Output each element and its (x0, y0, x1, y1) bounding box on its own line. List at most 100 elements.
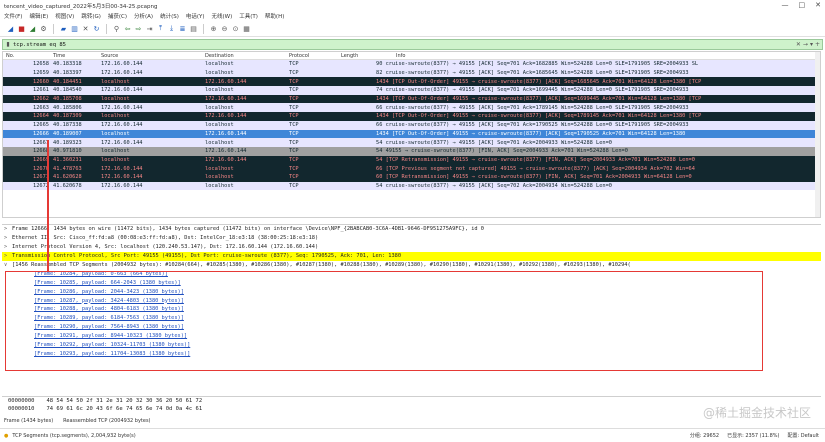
detail-tree-item[interactable]: > Transmission Control Protocol, Src Port… (2, 251, 821, 261)
minimize-button[interactable]: — (782, 1, 789, 9)
expand-arrow-icon[interactable]: > (4, 235, 12, 241)
tab-frame[interactable]: Frame (1434 bytes) (4, 418, 53, 424)
reassembled-frame-link[interactable]: [Frame: 10284, payload: 0-663 (664 bytes… (2, 269, 821, 278)
first-packet-icon[interactable]: ⤒ (156, 24, 165, 33)
packet-no: 12668 (33, 148, 49, 155)
bytes-hex: 74 69 61 6c 20 43 6f 6e 74 65 6e 74 0d 0… (46, 406, 203, 412)
packet-row[interactable]: 12667 40.189323 172.16.60.144 localhost TCP 5… (3, 138, 820, 147)
zoom-out-icon[interactable]: ⊖ (220, 24, 229, 33)
colorize-icon[interactable]: ▤ (189, 24, 198, 33)
packet-source: 172.16.60.144 (101, 104, 143, 111)
open-file-icon[interactable]: ▰ (59, 24, 68, 33)
column-no[interactable]: No. (3, 53, 51, 59)
reload-icon[interactable]: ↻ (92, 24, 101, 33)
status-profile[interactable]: 配置: Default (787, 432, 819, 439)
packet-row[interactable]: 12664 40.187309 localhost 172.16.60.144 TCP 1… (3, 112, 820, 121)
tab-reassembled-tcp[interactable]: Reassembled TCP (2004932 bytes) (63, 418, 150, 424)
save-file-icon[interactable]: ▥ (70, 24, 79, 33)
packet-row[interactable]: 12660 40.184451 localhost 172.16.60.144 TCP 1… (3, 77, 820, 87)
column-length[interactable]: Length (339, 53, 372, 59)
bookmark-icon[interactable]: ▮ (3, 41, 13, 48)
packet-no: 12666 (33, 130, 49, 137)
packet-row[interactable]: 12669 41.360231 localhost 172.16.60.144 TCP 5… (3, 155, 820, 165)
autoscroll-icon[interactable]: ≣ (178, 24, 187, 33)
menu-view[interactable]: 视图(V) (55, 12, 74, 20)
reassembled-frame-link[interactable]: [Frame: 10288, payload: 4804-6183 (1380 … (2, 305, 821, 314)
expand-arrow-icon[interactable]: > (4, 253, 12, 259)
packet-row[interactable]: 12662 40.185708 localhost 172.16.60.144 TCP 1… (3, 94, 820, 104)
menu-go[interactable]: 跳转(G) (81, 12, 101, 20)
status-expert-icon[interactable]: ● (4, 433, 8, 439)
normal-size-icon[interactable]: ⊙ (231, 24, 240, 33)
packet-row[interactable]: 12670 41.478763 172.16.60.144 localhost TCP 6… (3, 164, 820, 173)
go-back-icon[interactable]: ⇦ (123, 24, 132, 33)
packet-list-scrollbar[interactable] (815, 52, 820, 217)
menu-edit[interactable]: 编辑(E) (29, 12, 48, 20)
reassembled-frame-link[interactable]: [Frame: 10291, payload: 8944-10323 (1380… (2, 332, 821, 341)
menu-help[interactable]: 帮助(H) (265, 12, 284, 20)
column-protocol[interactable]: Protocol (287, 53, 339, 59)
packet-source: localhost (101, 113, 130, 120)
go-to-packet-icon[interactable]: ⇥ (145, 24, 154, 33)
packet-row[interactable]: 12672 41.620678 172.16.60.144 localhost TCP 5… (3, 181, 820, 191)
packet-info: 54 cruise-swroute(8377) → 49155 [ACK] Se… (376, 182, 612, 189)
close-file-icon[interactable]: ✕ (81, 24, 90, 33)
reassembled-frame-link[interactable]: [Frame: 10292, payload: 10324-11703 (138… (2, 341, 821, 350)
detail-tree-item[interactable]: > Ethernet II, Src: Cisco_ff:fd:a8 (00:08… (2, 234, 821, 243)
packet-row[interactable]: 12671 41.620628 172.16.60.144 localhost TCP 6… (3, 172, 820, 182)
menu-analyze[interactable]: 分析(A) (134, 12, 153, 20)
expand-arrow-icon[interactable]: > (4, 226, 12, 232)
collapse-arrow-icon[interactable]: ∨ (4, 262, 12, 268)
filter-history-icon[interactable]: ▾ (810, 41, 813, 48)
detail-tree-item[interactable]: > Frame 12666: 1434 bytes on wire (11472 … (2, 225, 821, 234)
resize-columns-icon[interactable]: ▦ (242, 24, 251, 33)
maximize-button[interactable]: □ (799, 1, 806, 9)
column-time[interactable]: Time (51, 53, 99, 59)
packet-row[interactable]: 12668 40.971810 localhost 172.16.60.144 TCP 5… (3, 146, 820, 156)
reassembled-frame-link[interactable]: [Frame: 10293, payload: 11704-13083 (138… (2, 349, 821, 358)
restart-capture-icon[interactable]: ◢ (28, 24, 37, 33)
packet-row[interactable]: 12659 40.183397 172.16.60.144 localhost TCP 8… (3, 68, 820, 78)
detail-text: [Frame: 10293, payload: 11704-13083 (138… (34, 350, 191, 357)
reassembled-frame-link[interactable]: [Frame: 10287, payload: 3424-4803 (1380 … (2, 296, 821, 305)
menu-capture[interactable]: 捕获(C) (108, 12, 127, 20)
packet-row[interactable]: 12665 40.187338 172.16.60.144 localhost TCP 6… (3, 120, 820, 130)
go-forward-icon[interactable]: ⇨ (134, 24, 143, 33)
last-packet-icon[interactable]: ⤓ (167, 24, 176, 33)
stop-capture-icon[interactable]: ■ (17, 24, 26, 33)
clear-filter-icon[interactable]: ✕ (796, 41, 801, 48)
packet-row[interactable]: 12661 40.184540 172.16.60.144 localhost TCP 7… (3, 86, 820, 95)
packet-protocol: TCP (289, 165, 299, 172)
zoom-in-icon[interactable]: ⊕ (209, 24, 218, 33)
reassembled-frame-link[interactable]: [Frame: 10286, payload: 2044-3423 (1380 … (2, 287, 821, 296)
packet-protocol: TCP (289, 174, 299, 181)
packet-protocol: TCP (289, 156, 299, 163)
add-filter-icon[interactable]: + (815, 41, 820, 48)
detail-tree-item[interactable]: ∨ [1456 Reassembled TCP Segments (2004932… (2, 261, 821, 270)
apply-filter-icon[interactable]: → (803, 41, 808, 48)
menu-statistics[interactable]: 统计(S) (160, 12, 179, 20)
reassembled-frame-link[interactable]: [Frame: 10285, payload: 664-2043 (1380 b… (2, 278, 821, 287)
menu-file[interactable]: 文件(F) (4, 12, 22, 20)
menu-tools[interactable]: 工具(T) (239, 12, 258, 20)
shark-fin-start-icon[interactable]: ◢ (6, 24, 15, 33)
packet-info: 54 49155 → cruise-swroute(8377) [FIN, AC… (376, 148, 628, 155)
detail-tree-item[interactable]: > Internet Protocol Version 4, Src: local… (2, 243, 821, 252)
close-button[interactable]: ✕ (815, 1, 821, 9)
column-destination[interactable]: Destination (203, 53, 287, 59)
column-source[interactable]: Source (99, 53, 203, 59)
packet-row[interactable]: 12666 40.189007 localhost 172.16.60.144 TCP 1… (3, 129, 820, 139)
reassembled-frame-link[interactable]: [Frame: 10290, payload: 7564-8943 (1380 … (2, 323, 821, 332)
capture-options-icon[interactable]: ⚙ (39, 24, 48, 33)
menu-wireless[interactable]: 无线(W) (212, 12, 233, 20)
expand-arrow-icon[interactable]: > (4, 244, 12, 250)
packet-row[interactable]: 12663 40.185806 172.16.60.144 localhost TCP 6… (3, 103, 820, 113)
packet-destination: localhost (205, 70, 234, 77)
menu-telephony[interactable]: 电话(Y) (186, 12, 205, 20)
display-filter-input[interactable] (13, 41, 796, 48)
packet-destination: 172.16.60.144 (205, 156, 247, 163)
reassembled-frame-link[interactable]: [Frame: 10289, payload: 6184-7563 (1380 … (2, 314, 821, 323)
packet-row[interactable]: 12658 40.183318 172.16.60.144 localhost TCP 9… (3, 60, 820, 69)
column-info[interactable]: Info (372, 53, 820, 59)
find-packet-icon[interactable]: ⚲ (112, 24, 121, 33)
